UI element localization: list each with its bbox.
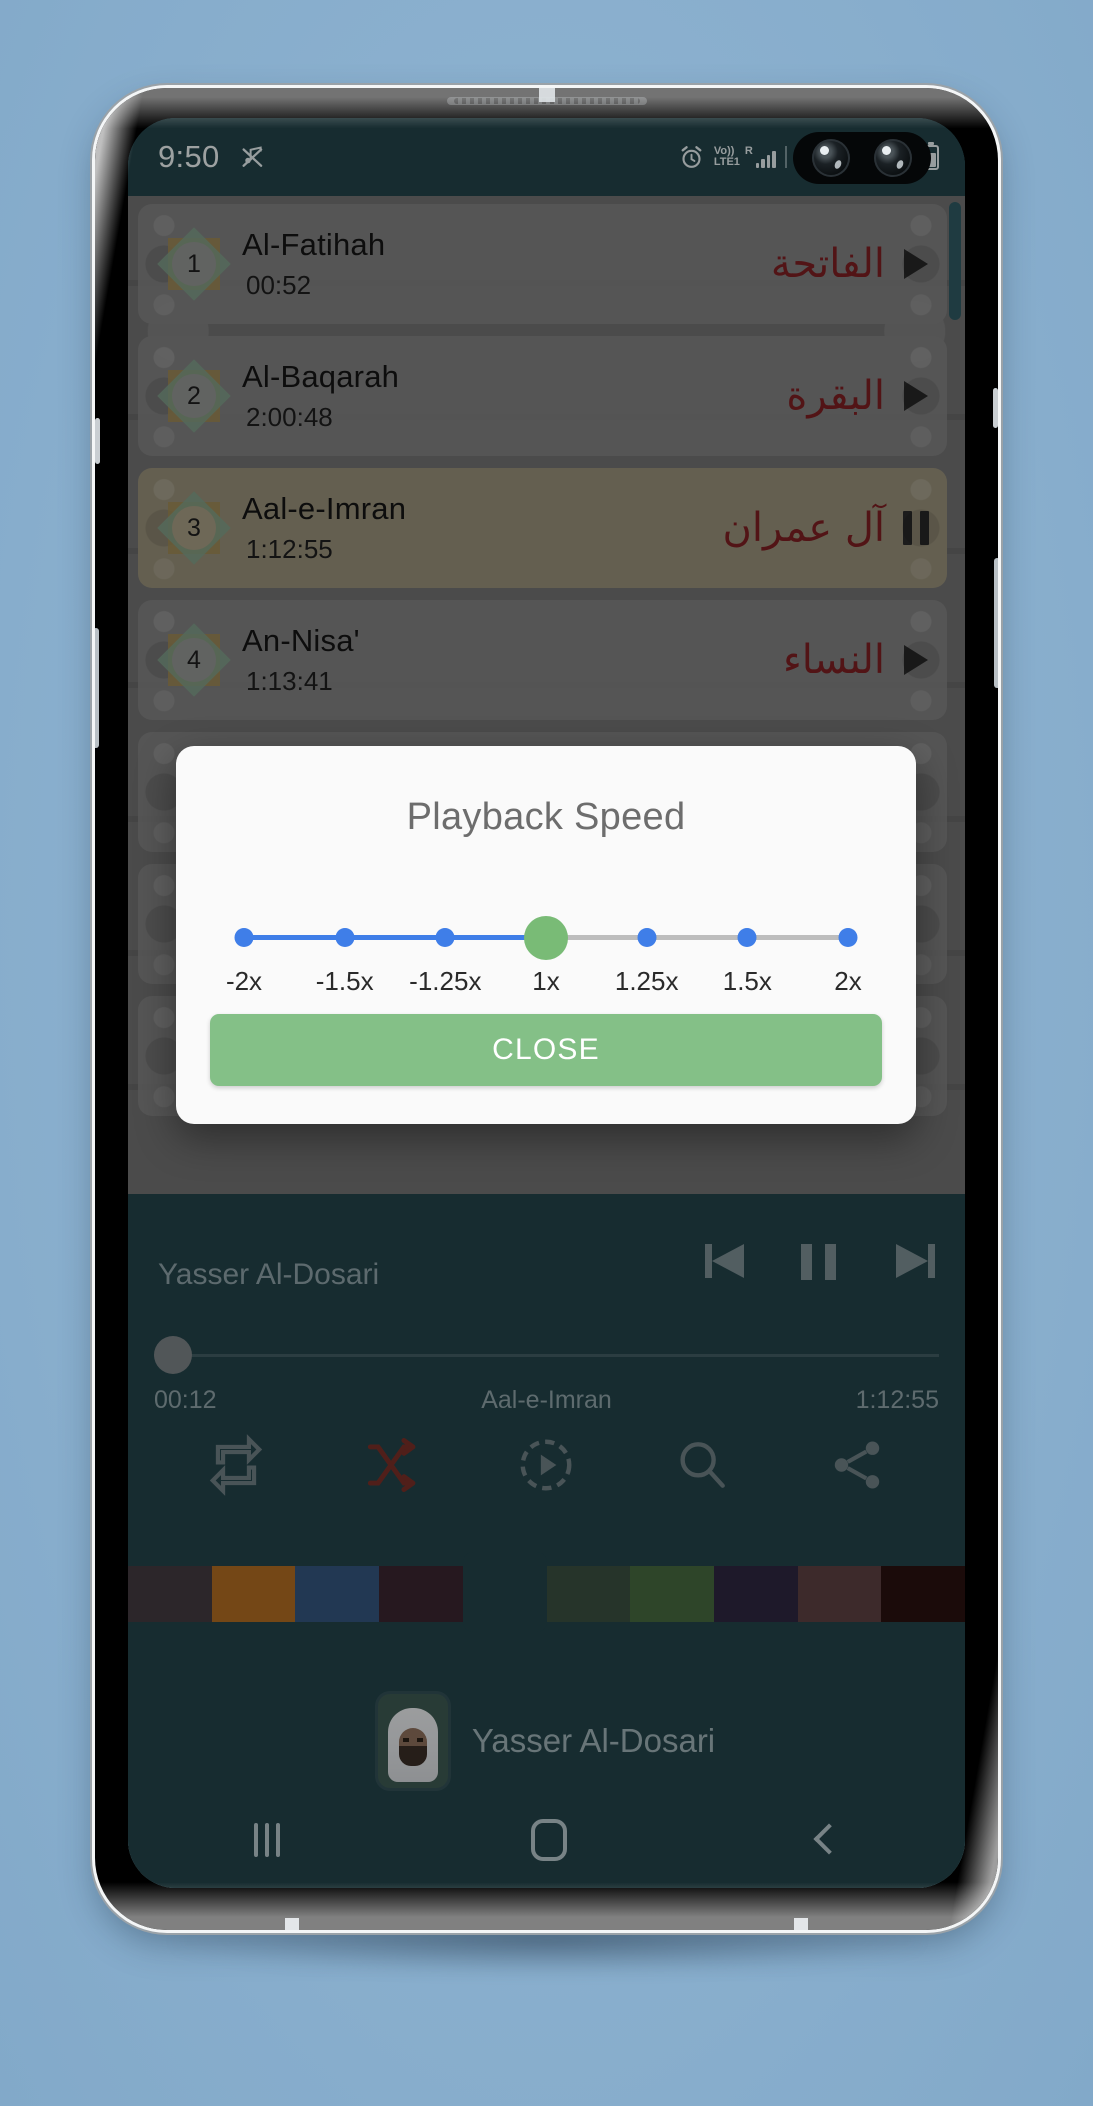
playback-speed-slider[interactable]: -2x -1.5x -1.25x 1x 1.25x 1.5x 2x [226,916,862,996]
volume-button[interactable] [95,628,99,748]
speed-label: -1.25x [409,966,482,996]
slider-tick[interactable] [234,928,254,947]
close-button[interactable]: CLOSE [210,1014,882,1086]
bottom-antenna-mark-left [285,1918,299,1930]
camera-lens [812,139,850,177]
power-button[interactable] [994,558,998,688]
speed-label: 1.5x [722,966,772,996]
camera-lens [874,139,912,177]
slider-tick[interactable] [838,928,858,947]
speed-label: -2x [225,966,263,996]
slider-thumb[interactable] [524,916,568,960]
speed-label: -1.5x [315,966,374,996]
phone-screen: 1 Al-Fatihah 00:52 الفاتحة 2 Al-Baqarah … [128,118,965,1888]
phone-rim-left [95,418,100,464]
bottom-antenna-mark-right [794,1918,808,1930]
top-antenna-mark [538,88,555,102]
phone-rim-right [993,388,998,428]
slider-tick[interactable] [435,928,455,947]
slider-rail-filled [244,935,546,940]
speed-label-selected: 1x [532,966,560,996]
playback-speed-dialog: Playback Speed -2x -1.5x -1.25x 1x 1.25x… [176,746,916,1124]
slider-tick[interactable] [737,928,757,947]
slider-tick[interactable] [335,928,355,947]
slider-tick[interactable] [637,928,657,947]
phone-device-frame: 1 Al-Fatihah 00:52 الفاتحة 2 Al-Baqarah … [95,88,998,1930]
speed-label: 2x [834,966,862,996]
dialog-title: Playback Speed [406,796,686,838]
punch-hole-camera [793,132,931,184]
speed-label: 1.25x [614,966,679,996]
